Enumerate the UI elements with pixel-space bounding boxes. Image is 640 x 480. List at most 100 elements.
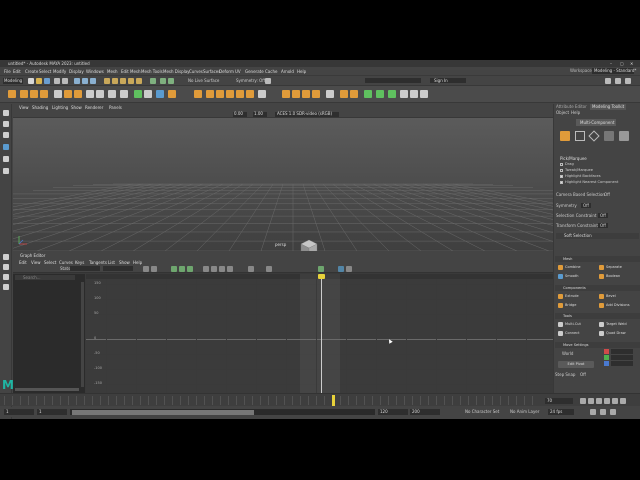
menu-file[interactable]: File — [4, 69, 11, 74]
shelf-tool-22-icon[interactable] — [258, 90, 266, 98]
minimize-button[interactable]: – — [610, 61, 616, 66]
end-frame-field[interactable]: 200 — [410, 409, 440, 415]
insert-keys-icon[interactable] — [151, 266, 157, 272]
shelf-tool-12-icon[interactable] — [134, 90, 142, 98]
object-menu[interactable]: Object — [556, 111, 569, 115]
rotate-tool-icon[interactable] — [3, 156, 9, 162]
menu-create[interactable]: Create — [25, 69, 38, 74]
scale-tool-icon[interactable] — [3, 168, 9, 174]
ipr-render-icon[interactable] — [168, 78, 174, 84]
buffer-curve-icon[interactable] — [248, 266, 254, 272]
option-checkbox[interactable] — [560, 163, 563, 166]
select-component-icon[interactable] — [90, 78, 96, 84]
menuset-dropdown[interactable]: Modeling — [3, 77, 23, 84]
menu-edit[interactable]: Edit — [13, 69, 21, 74]
snap-curve-icon[interactable] — [112, 78, 118, 84]
search-input[interactable]: Search... — [15, 275, 75, 280]
frame-playback-icon[interactable] — [187, 266, 193, 272]
menu-deform[interactable]: Deform — [219, 69, 234, 74]
anim-layer-dropdown[interactable]: No Anim Layer — [510, 410, 539, 414]
axis-x-swatch[interactable] — [604, 349, 609, 354]
shelf-tool-17-icon[interactable] — [206, 90, 214, 98]
time-slider-current[interactable] — [332, 395, 335, 406]
shelf-tool-35-icon[interactable] — [420, 90, 428, 98]
face-mode-icon[interactable] — [604, 131, 614, 141]
shelf-tool-25-icon[interactable] — [302, 90, 310, 98]
shelf-tool-15-icon[interactable] — [168, 90, 176, 98]
start-frame-field[interactable]: 1 — [4, 409, 34, 415]
snap-view-icon[interactable] — [128, 78, 134, 84]
shelf-tool-19-icon[interactable] — [226, 90, 234, 98]
combine-button[interactable]: Combine — [556, 264, 596, 271]
shelf-tool-1-icon[interactable] — [8, 90, 16, 98]
quad-draw-button[interactable]: Quad Draw — [597, 330, 637, 337]
option-checkbox[interactable] — [560, 169, 563, 172]
render-icon[interactable] — [160, 78, 166, 84]
shelf-tool-8-icon[interactable] — [86, 90, 94, 98]
maximize-button[interactable]: ▢ — [620, 61, 626, 66]
menu-mesh[interactable]: Mesh — [107, 69, 118, 74]
edge-mode-icon[interactable] — [588, 130, 600, 142]
playback-end-field[interactable]: 120 — [378, 409, 408, 415]
dope-sheet-icon[interactable] — [346, 266, 352, 272]
settings-icon[interactable] — [605, 78, 611, 84]
outliner-icon[interactable] — [3, 284, 9, 290]
step-forward-icon[interactable] — [612, 398, 618, 404]
viewport-scene[interactable] — [13, 118, 553, 251]
shelf-tool-4-icon[interactable] — [40, 90, 48, 98]
key-stats-icon[interactable] — [266, 266, 272, 272]
move-settings-section-header[interactable]: Move Settings — [555, 342, 640, 348]
menu-generate[interactable]: Generate — [245, 69, 264, 74]
axis-y-field[interactable] — [611, 355, 633, 360]
select-object-icon[interactable] — [82, 78, 88, 84]
outliner-hscrollbar[interactable] — [15, 388, 79, 391]
range-slider[interactable] — [70, 409, 375, 415]
selection-constraint-dropdown[interactable]: Off — [598, 213, 608, 218]
axis-z-swatch[interactable] — [604, 361, 609, 366]
exposure-field[interactable]: 0.00 — [233, 111, 247, 117]
camera-based-selection-value[interactable]: Off — [604, 193, 610, 197]
history-icon[interactable] — [150, 78, 156, 84]
lasso-tool-icon[interactable] — [3, 121, 9, 127]
help-menu[interactable]: Help — [571, 111, 580, 115]
curve-view-icon[interactable] — [338, 266, 344, 272]
time-slider[interactable]: 70 — [0, 393, 640, 406]
frame-all-icon[interactable] — [171, 266, 177, 272]
linear-tangent-icon[interactable] — [219, 266, 225, 272]
components-section-header[interactable]: Components — [555, 285, 640, 291]
spline-tangent-icon[interactable] — [211, 266, 217, 272]
layout-two-icon[interactable] — [3, 274, 9, 280]
axis-z-field[interactable] — [611, 361, 633, 366]
uv-mode-icon[interactable] — [619, 131, 629, 141]
shelf-tool-28-icon[interactable] — [340, 90, 348, 98]
auto-tangent-icon[interactable] — [203, 266, 209, 272]
add-divisions-button[interactable]: Add Divisions — [597, 302, 637, 309]
undo-icon[interactable] — [54, 78, 60, 84]
command-search-field[interactable] — [365, 78, 421, 83]
auto-key-icon[interactable] — [590, 409, 596, 415]
menu-surfaces[interactable]: Surfaces — [203, 69, 220, 74]
shelf-tool-13-icon[interactable] — [144, 90, 152, 98]
snap-grid-icon[interactable] — [104, 78, 110, 84]
shelf-tool-33-icon[interactable] — [400, 90, 408, 98]
shelf-tool-3-icon[interactable] — [30, 90, 38, 98]
anim-prefs-icon[interactable] — [600, 409, 606, 415]
layout-four-icon[interactable] — [3, 264, 9, 270]
go-to-end-icon[interactable] — [620, 398, 626, 404]
move-tool-icon[interactable] — [3, 144, 9, 150]
menu-help[interactable]: Help — [297, 69, 306, 74]
shelf-tool-5-icon[interactable] — [54, 90, 62, 98]
live-surface-label[interactable]: No Live Surface — [188, 78, 219, 83]
shelf-tool-26-icon[interactable] — [312, 90, 320, 98]
curve-graph[interactable]: 150 100 50 0 -50 -100 -150 — [86, 274, 553, 393]
step-back-icon[interactable] — [588, 398, 594, 404]
stats-field-2[interactable] — [103, 266, 133, 271]
target-weld-button[interactable]: Target Weld — [597, 321, 637, 328]
colorspace-dropdown[interactable]: ACES 1.0 SDR-video (sRGB) — [275, 111, 339, 117]
shelf-tool-9-icon[interactable] — [96, 90, 104, 98]
shelf-tool-23-icon[interactable] — [282, 90, 290, 98]
outliner-scrollbar[interactable] — [81, 282, 84, 387]
shelf-tool-20-icon[interactable] — [236, 90, 244, 98]
axis-y-swatch[interactable] — [604, 355, 609, 360]
option-checkbox[interactable] — [560, 175, 563, 178]
